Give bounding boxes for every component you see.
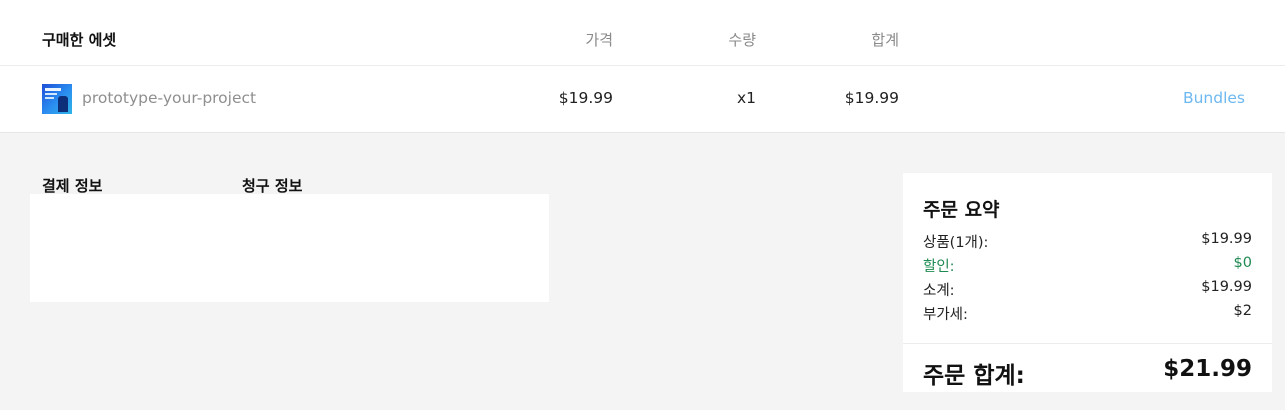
order-summary-title: 주문 요약 [923, 199, 1000, 221]
summary-line-items: 상품(1개): $19.99 [923, 231, 1252, 253]
summary-line-value: $19.99 [1201, 231, 1252, 247]
summary-line-label: 상품(1개): [923, 235, 989, 251]
purchased-assets-table: 구매한 에셋 가격 수량 합계 prototype-your-project $… [0, 0, 1285, 133]
payment-info-label: 결제 정보 [42, 177, 103, 195]
column-header-quantity: 수량 [728, 31, 756, 49]
table-header: 구매한 에셋 가격 수량 합계 [0, 0, 1285, 66]
summary-line-label: 할인: [923, 259, 955, 275]
summary-line-subtotal: 소계: $19.99 [923, 279, 1252, 301]
payment-billing-panel [30, 194, 549, 302]
summary-line-vat: 부가세: $2 [923, 303, 1252, 325]
table-title: 구매한 에셋 [42, 31, 117, 49]
summary-line-value: $2 [1233, 303, 1252, 319]
order-total-label: 주문 합계: [923, 363, 1025, 389]
bundles-link[interactable]: Bundles [1183, 89, 1245, 107]
product-thumbnail-icon[interactable] [42, 84, 72, 114]
summary-line-value: $0 [1233, 255, 1252, 271]
summary-line-discount: 할인: $0 [923, 255, 1252, 277]
table-row: prototype-your-project $19.99 x1 $19.99 … [0, 66, 1285, 132]
summary-line-value: $19.99 [1201, 279, 1252, 295]
item-name[interactable]: prototype-your-project [82, 89, 256, 107]
item-price: $19.99 [558, 89, 613, 107]
item-quantity: x1 [736, 89, 756, 107]
billing-info-label: 청구 정보 [242, 177, 303, 195]
summary-divider [903, 343, 1272, 344]
column-header-price: 가격 [585, 31, 613, 49]
summary-line-label: 부가세: [923, 307, 968, 323]
order-total-value: $21.99 [1163, 356, 1252, 382]
item-total: $19.99 [844, 89, 899, 107]
summary-line-label: 소계: [923, 283, 955, 299]
column-header-total: 합계 [871, 31, 899, 49]
order-summary-card: 주문 요약 상품(1개): $19.99 할인: $0 소계: $19.99 부… [903, 173, 1272, 392]
